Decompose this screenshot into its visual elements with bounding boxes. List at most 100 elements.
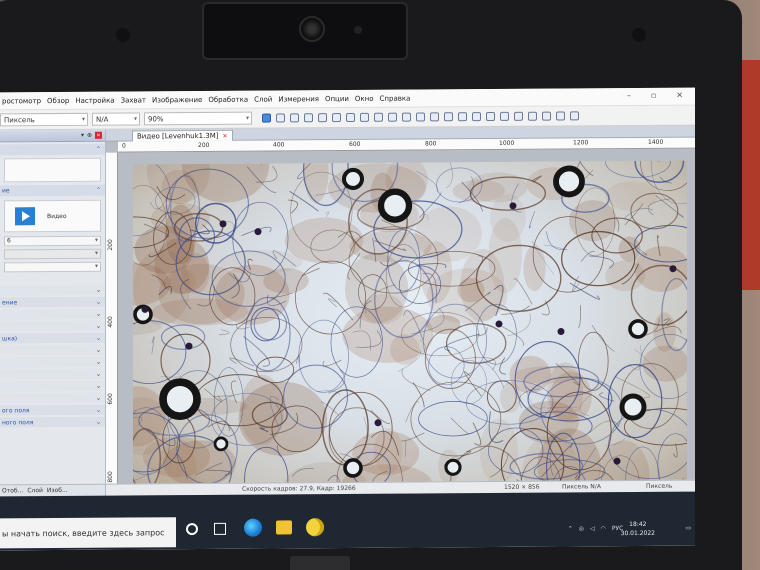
list-icon[interactable]	[542, 111, 551, 121]
bezel-dot-left	[116, 28, 130, 42]
line-tool-icon[interactable]	[304, 113, 313, 123]
menu-item-window[interactable]: Окно	[355, 94, 374, 102]
taskbar-search-input[interactable]: ы начать поиск, введите здесь запрос	[0, 517, 176, 549]
panel-section-header[interactable]: ⌃	[0, 143, 105, 156]
ruler-label: 0	[122, 142, 126, 150]
collapse-icon: ⌄	[95, 370, 101, 378]
collapse-icon: ⌄	[95, 394, 101, 402]
circle-tool-icon[interactable]	[388, 112, 397, 122]
play-icon[interactable]	[15, 207, 35, 226]
scale-bar-icon[interactable]	[514, 111, 523, 121]
pen-tool-icon[interactable]	[332, 113, 341, 123]
zoom-select[interactable]: 90% ▾	[144, 111, 252, 126]
cortana-icon[interactable]	[186, 523, 198, 536]
ruler-label: 800	[107, 471, 114, 483]
taskbar-clock[interactable]: 18:42 30.01.2022	[621, 520, 655, 538]
menu-item-image[interactable]: Изображение	[152, 96, 202, 104]
rectangle-tool-icon[interactable]	[360, 112, 369, 122]
panel-section-label: ение	[2, 298, 18, 306]
webcam-lens	[299, 16, 325, 42]
panel-section-capture[interactable]: ие ⌃	[0, 184, 105, 197]
text-tool-icon[interactable]	[444, 112, 453, 122]
menu-item-setup[interactable]: Настройка	[75, 96, 114, 104]
diagonal-arrow-icon[interactable]	[500, 111, 509, 121]
file-explorer-icon[interactable]	[276, 520, 292, 535]
ruler-label: 400	[107, 316, 114, 328]
speaker-icon[interactable]: ◁	[590, 525, 595, 532]
panel-section-scale[interactable]: шка) ⌄	[0, 332, 105, 344]
menu-item-process[interactable]: Обработка	[208, 95, 248, 103]
tab-layer[interactable]: Слой	[27, 487, 43, 494]
polygon-tool-icon[interactable]	[374, 112, 383, 122]
arrow-tool-icon[interactable]	[430, 112, 439, 122]
panel-row[interactable]: ⌄	[0, 368, 105, 380]
search-placeholder: ы начать поиск, введите здесь запрос	[2, 527, 165, 538]
collapse-icon: ⌃	[95, 186, 101, 194]
edge-icon[interactable]	[244, 518, 262, 537]
dropdown-icon[interactable]: ▾	[81, 132, 84, 139]
tab-image[interactable]: Изоб...	[47, 487, 68, 494]
panel-section-brightfield[interactable]: ного поля ⌄	[0, 416, 105, 428]
maximize-icon[interactable]: ▫	[651, 91, 656, 100]
clock-date: 30.01.2022	[620, 529, 655, 538]
panel-section-exposure[interactable]: ение ⌄	[0, 296, 105, 308]
collapse-icon: ⌄	[95, 334, 101, 342]
mode-combo[interactable]: ▾	[4, 261, 101, 273]
network-icon[interactable]: ◎	[579, 525, 584, 532]
grid-icon[interactable]	[556, 111, 565, 121]
chevron-down-icon: ▾	[94, 249, 98, 257]
panel-row[interactable]: ⌄	[0, 320, 105, 332]
tab-display[interactable]: Отоб...	[2, 487, 23, 494]
menu-item-browse[interactable]: Обзор	[47, 96, 69, 104]
webcam-housing	[202, 2, 408, 60]
format-combo[interactable]: ▾	[4, 248, 101, 260]
menu-item-help[interactable]: Справка	[380, 94, 411, 102]
link-tool-icon[interactable]	[416, 112, 425, 122]
panel-row[interactable]: ⌄	[0, 344, 105, 356]
panel-row[interactable]: ⌄	[0, 308, 105, 320]
pointer-tool-icon[interactable]	[276, 113, 285, 123]
menu-item-options[interactable]: Опции	[325, 94, 349, 102]
calibrate-icon[interactable]	[570, 111, 579, 121]
clock-time: 18:42	[629, 520, 647, 529]
levenhuk-app-icon[interactable]	[306, 518, 324, 537]
resolution-combo[interactable]: 6 ▾	[4, 235, 101, 247]
spline-tool-icon[interactable]	[486, 111, 495, 122]
table-icon[interactable]	[528, 111, 537, 121]
camera-list-box[interactable]	[4, 157, 101, 183]
task-view-icon[interactable]	[214, 522, 226, 535]
menu-item-capture[interactable]: Захват	[121, 96, 146, 104]
minimize-icon[interactable]: –	[627, 91, 631, 100]
tab-video-label: Видео [Levenhuk1.3M]	[137, 131, 219, 141]
chevron-up-icon[interactable]: ⌃	[568, 525, 573, 532]
menu-item-view[interactable]: ростомотр	[2, 97, 41, 105]
microscope-live-image[interactable]	[133, 160, 687, 498]
star-tool-icon[interactable]	[458, 112, 467, 122]
ring-tool-icon[interactable]	[402, 112, 411, 122]
panel-row[interactable]: ⌄	[0, 392, 105, 404]
tab-video[interactable]: Видео [Levenhuk1.3M] ✕	[132, 129, 233, 142]
notification-icon[interactable]: ▭	[685, 524, 691, 531]
collapse-icon: ⌄	[95, 298, 101, 306]
close-icon[interactable]: ✕	[676, 91, 683, 100]
perpendicular-tool-icon[interactable]	[346, 112, 355, 123]
webcam-sensor	[354, 26, 362, 34]
angle-tool-icon[interactable]	[290, 113, 299, 123]
close-icon[interactable]: ✕	[223, 132, 228, 139]
units-select[interactable]: Пиксель ▾	[0, 112, 88, 127]
hand-tool-icon[interactable]	[262, 113, 271, 123]
panel-row[interactable]: ⌄	[0, 284, 105, 296]
wifi-icon[interactable]: ◠	[601, 525, 606, 532]
panel-section-darkfield[interactable]: ого поля ⌄	[0, 404, 105, 416]
menu-item-layer[interactable]: Слой	[254, 95, 272, 103]
close-icon[interactable]: ✕	[95, 131, 102, 139]
ruler-label: 400	[273, 141, 285, 149]
polyline-tool-icon[interactable]	[318, 113, 327, 123]
menu-item-measure[interactable]: Измерения	[278, 95, 319, 103]
magnification-select[interactable]: N/A ▾	[92, 112, 140, 126]
panel-row[interactable]: ⌄	[0, 380, 105, 392]
pin-icon[interactable]: ⊕	[87, 132, 92, 139]
curve-tool-icon[interactable]	[472, 112, 481, 122]
panel-row[interactable]: ⌄	[0, 356, 105, 368]
